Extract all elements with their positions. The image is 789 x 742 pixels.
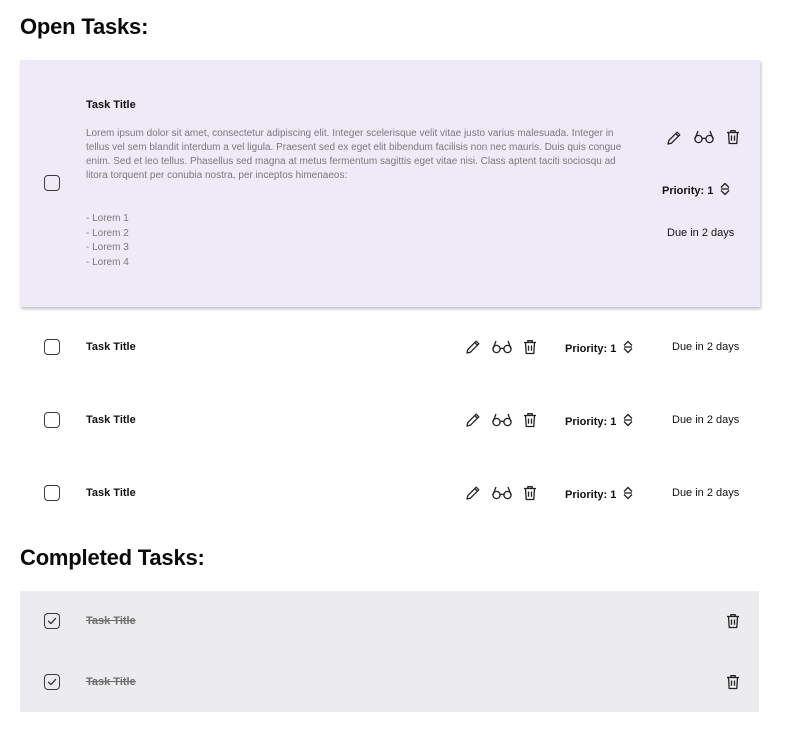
task-checkbox-checked[interactable]	[44, 613, 60, 629]
task-checkbox[interactable]	[44, 485, 60, 501]
task-checkbox[interactable]	[44, 175, 60, 191]
priority-control[interactable]: Priority: 1	[565, 339, 634, 358]
due-date: Due in 2 days	[667, 227, 735, 239]
trash-icon[interactable]	[521, 484, 539, 502]
checkmark-icon	[47, 678, 57, 686]
task-title: Task Title	[86, 487, 136, 499]
task-title: Task Title	[86, 99, 136, 111]
open-tasks-heading: Open Tasks:	[20, 14, 149, 39]
list-item: - Lorem 2	[86, 227, 129, 239]
completed-tasks-panel: Task Title Task Title	[20, 591, 759, 712]
trash-icon[interactable]	[521, 411, 539, 429]
pencil-icon[interactable]	[464, 411, 482, 429]
list-item: - Lorem 1	[86, 213, 129, 224]
priority-control[interactable]: Priority: 1	[662, 181, 731, 200]
task-row[interactable]: Task Title Priority: 1 Due in 2 days	[20, 327, 760, 367]
expanded-task-card[interactable]: Task Title Lorem ipsum dolor sit amet, c…	[20, 60, 760, 307]
task-checkbox[interactable]	[44, 339, 60, 355]
glasses-icon[interactable]	[693, 128, 715, 146]
priority-label: Priority: 1	[565, 342, 617, 355]
priority-label: Priority: 1	[662, 184, 714, 197]
completed-task-row[interactable]: Task Title	[20, 662, 760, 702]
task-bullet-list: - Lorem 1 - Lorem 2 - Lorem 3 - Lorem 4	[86, 212, 129, 270]
task-title: Task Title	[86, 676, 136, 688]
checkmark-icon	[47, 617, 57, 625]
trash-icon[interactable]	[724, 612, 742, 630]
sort-arrows-icon[interactable]	[622, 412, 634, 431]
sort-arrows-icon[interactable]	[622, 339, 634, 358]
priority-control[interactable]: Priority: 1	[565, 485, 634, 504]
pencil-icon[interactable]	[464, 484, 482, 502]
task-checkbox[interactable]	[44, 412, 60, 428]
task-title: Task Title	[86, 414, 136, 426]
sort-arrows-icon[interactable]	[719, 181, 731, 200]
glasses-icon[interactable]	[491, 338, 513, 356]
priority-label: Priority: 1	[565, 415, 617, 428]
glasses-icon[interactable]	[491, 484, 513, 502]
completed-tasks-heading: Completed Tasks:	[20, 545, 205, 570]
completed-task-row[interactable]: Task Title	[20, 601, 760, 641]
due-date: Due in 2 days	[672, 341, 740, 353]
pencil-icon[interactable]	[464, 338, 482, 356]
list-item: - Lorem 4	[86, 256, 129, 268]
glasses-icon[interactable]	[491, 411, 513, 429]
sort-arrows-icon[interactable]	[622, 485, 634, 504]
task-description: Lorem ipsum dolor sit amet, consectetur …	[86, 128, 622, 181]
task-row[interactable]: Task Title Priority: 1 Due in 2 days	[20, 400, 760, 440]
task-title: Task Title	[86, 615, 136, 627]
priority-control[interactable]: Priority: 1	[565, 412, 634, 431]
task-row[interactable]: Task Title Priority: 1 Due in 2 days	[20, 473, 760, 513]
trash-icon[interactable]	[724, 128, 742, 146]
pencil-icon[interactable]	[665, 129, 683, 147]
priority-label: Priority: 1	[565, 488, 617, 501]
list-item: - Lorem 3	[86, 242, 129, 253]
due-date: Due in 2 days	[672, 414, 740, 426]
trash-icon[interactable]	[521, 338, 539, 356]
due-date: Due in 2 days	[672, 487, 740, 499]
task-checkbox-checked[interactable]	[44, 674, 60, 690]
task-title: Task Title	[86, 341, 136, 353]
trash-icon[interactable]	[724, 673, 742, 691]
